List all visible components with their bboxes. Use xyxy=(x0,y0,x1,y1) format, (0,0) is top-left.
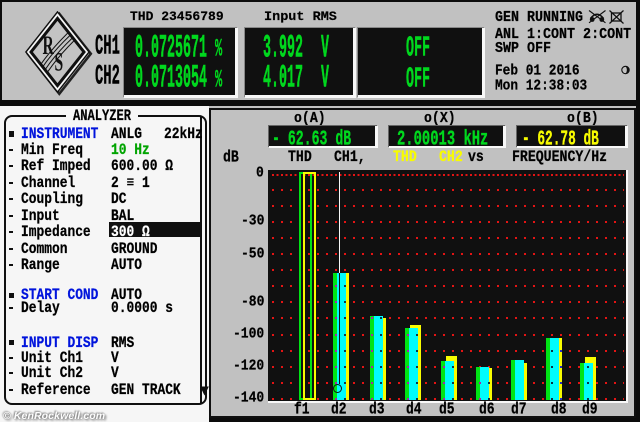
svg-text:R: R xyxy=(43,31,55,60)
svg-text:S: S xyxy=(55,47,64,76)
